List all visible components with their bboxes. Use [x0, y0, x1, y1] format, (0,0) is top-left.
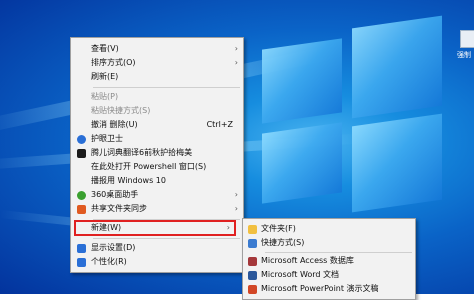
submenu-item-label: 快捷方式(S): [261, 238, 305, 247]
windows-logo-pane: [262, 122, 342, 204]
menu-item-label: 粘贴快捷方式(S): [91, 106, 151, 115]
chevron-right-icon: ›: [234, 190, 238, 199]
menu-item-sort-by[interactable]: 排序方式(O) ›: [71, 56, 243, 70]
menu-item-label: 刷新(E): [91, 72, 119, 81]
menu-item-label: 个性化(R): [91, 257, 127, 266]
menu-item-eye-guard[interactable]: 护眼卫士: [71, 132, 243, 146]
menu-item-label: 新建(W): [91, 223, 122, 232]
submenu-item-label: Microsoft Access 数据库: [261, 256, 354, 265]
menu-item-label: 播报用 Windows 10: [91, 176, 166, 185]
new-submenu: 文件夹(F) 快捷方式(S) Microsoft Access 数据库 Micr…: [242, 218, 416, 300]
chevron-right-icon: ›: [234, 58, 238, 67]
menu-item-windows10[interactable]: 播报用 Windows 10: [71, 174, 243, 188]
access-icon: [248, 257, 257, 266]
menu-item-label: 在此处打开 Powershell 窗口(S): [91, 162, 207, 171]
menu-item-360-assistant[interactable]: 360桌面助手 ›: [71, 188, 243, 202]
menu-item-undo-delete[interactable]: 撤消 删除(U) Ctrl+Z: [71, 118, 243, 132]
menu-separator: [93, 219, 240, 220]
submenu-item-label: 文件夹(F): [261, 224, 296, 233]
windows-logo-pane: [352, 113, 442, 213]
menu-item-label: 粘贴(P): [91, 92, 119, 101]
menu-item-open-powershell[interactable]: 在此处打开 Powershell 窗口(S): [71, 160, 243, 174]
display-icon: [77, 244, 86, 253]
menu-item-new[interactable]: 新建(W) ›: [74, 220, 236, 236]
menu-item-label: 排序方式(O): [91, 58, 136, 67]
file-icon: [460, 30, 474, 48]
desktop-shortcut-label: 强制: [457, 51, 471, 59]
menu-separator: [93, 87, 240, 88]
menu-item-label: 腾儿词典翻译6前秋护拾梅美: [91, 148, 193, 157]
360-icon: [77, 191, 86, 200]
menu-item-label: 共享文件夹同步: [91, 204, 147, 213]
menu-item-label: 360桌面助手: [91, 190, 139, 199]
submenu-item-shortcut[interactable]: 快捷方式(S): [243, 236, 415, 250]
menu-item-refresh[interactable]: 刷新(E): [71, 70, 243, 84]
menu-separator: [265, 252, 412, 253]
menu-item-translate[interactable]: 腾儿词典翻译6前秋护拾梅美: [71, 146, 243, 160]
menu-item-personalize[interactable]: 个性化(R): [71, 255, 243, 269]
menu-item-view[interactable]: 查看(V) ›: [71, 42, 243, 56]
word-icon: [248, 271, 257, 280]
submenu-item-word-doc[interactable]: Microsoft Word 文档: [243, 268, 415, 282]
shortcut-text: Ctrl+Z: [206, 120, 233, 129]
folder-icon: [248, 225, 257, 234]
desktop-shortcut[interactable]: 强制: [457, 30, 474, 70]
personalize-icon: [77, 258, 86, 267]
context-menu: 查看(V) › 排序方式(O) › 刷新(E) 粘贴(P) 粘贴快捷方式(S) …: [70, 37, 244, 273]
chevron-right-icon: ›: [226, 223, 230, 232]
windows-logo-pane: [352, 15, 442, 119]
submenu-item-folder[interactable]: 文件夹(F): [243, 222, 415, 236]
menu-item-label: 查看(V): [91, 44, 119, 53]
powerpoint-icon: [248, 285, 257, 294]
menu-separator: [93, 238, 240, 239]
menu-item-paste-shortcut[interactable]: 粘贴快捷方式(S): [71, 104, 243, 118]
app-icon: [77, 149, 86, 158]
menu-item-label: 撤消 删除(U): [91, 120, 138, 129]
submenu-item-label: Microsoft Word 文档: [261, 270, 340, 279]
shortcut-icon: [248, 239, 257, 248]
submenu-item-access-db[interactable]: Microsoft Access 数据库: [243, 254, 415, 268]
chevron-right-icon: ›: [234, 204, 238, 213]
menu-item-display-settings[interactable]: 显示设置(D): [71, 241, 243, 255]
menu-item-paste[interactable]: 粘贴(P): [71, 90, 243, 104]
shield-icon: [77, 135, 86, 144]
windows-logo-pane: [262, 38, 342, 124]
menu-item-label: 护眼卫士: [91, 134, 123, 143]
sync-icon: [77, 205, 86, 214]
menu-item-label: 显示设置(D): [91, 243, 136, 252]
chevron-right-icon: ›: [234, 44, 238, 53]
menu-item-shared-folder-sync[interactable]: 共享文件夹同步 ›: [71, 202, 243, 216]
